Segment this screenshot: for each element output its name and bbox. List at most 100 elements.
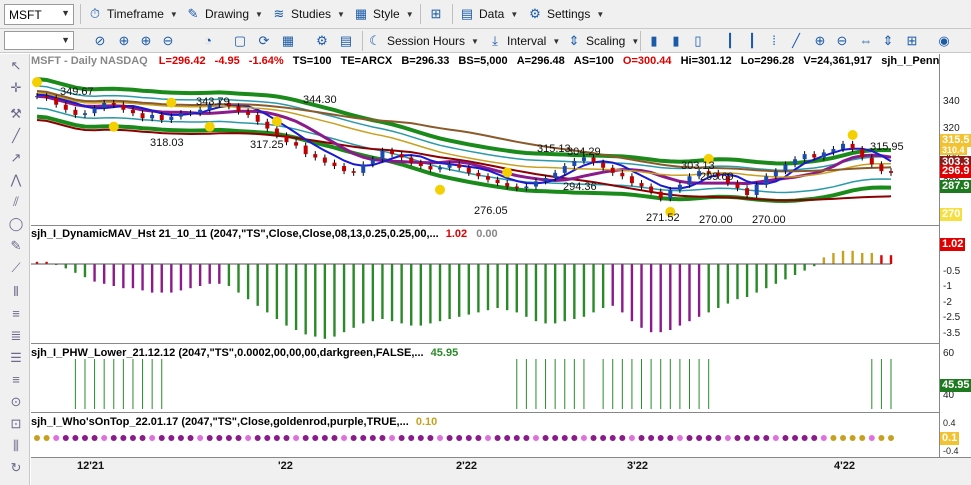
wot-dot (408, 435, 415, 441)
zoom-icon[interactable]: ⊖ (160, 33, 176, 49)
histogram-bar (371, 264, 375, 322)
gear-icon[interactable]: ⚙ (314, 33, 330, 49)
drawing-button[interactable]: ✎ Drawing ▼ (186, 3, 263, 25)
interval-button[interactable]: ⤓ Interval ▼ (488, 30, 560, 52)
horizontal-lines-icon[interactable]: ≡ (8, 306, 24, 322)
time-axis[interactable] (31, 457, 971, 485)
price-chart[interactable] (31, 54, 939, 457)
table-icon[interactable]: ▤ (338, 33, 354, 49)
link-icon[interactable]: ⊘ (92, 33, 108, 49)
crosshair-icon[interactable]: ⊕ (116, 33, 132, 49)
fit-icon[interactable]: ⇕ (880, 33, 896, 49)
wot-dot (360, 435, 367, 441)
cursor-icon[interactable]: ⊕ (138, 33, 154, 49)
chevron-down-icon: ▼ (255, 9, 263, 19)
price-bar (130, 109, 135, 114)
ruler-icon[interactable]: ⊡ (8, 416, 24, 432)
chevron-down-icon[interactable]: ▼ (61, 8, 70, 18)
study-value: 45.95 (430, 347, 459, 359)
secondary-symbol-input[interactable]: ▼ (4, 31, 74, 50)
line-chart-icon[interactable]: ╱ (788, 33, 804, 49)
wot-dot (552, 435, 559, 441)
wot-dot (523, 435, 530, 441)
histogram-bar (707, 264, 710, 313)
hollow-candle-icon[interactable]: ▯ (690, 33, 706, 49)
fan-icon[interactable]: ⟋ (8, 260, 24, 276)
grid-icon[interactable]: ▦ (280, 33, 296, 49)
wot-dot (859, 435, 866, 441)
pencil-icon[interactable]: ✎ (8, 238, 24, 254)
pointer-icon[interactable]: ↖ (8, 58, 24, 74)
camera-icon[interactable]: ◉ (936, 33, 952, 49)
trendline-icon[interactable]: ╱ (8, 128, 24, 144)
style-button[interactable]: ▦ Style ▼ (354, 3, 414, 25)
workspace-icon[interactable]: ⊞ (428, 6, 444, 22)
wot-dot (667, 435, 674, 441)
zoom-out-icon[interactable]: ⊖ (834, 33, 850, 49)
pivot-dot (847, 130, 858, 140)
clock-icon[interactable]: ◔ (200, 33, 216, 49)
chevron-down-icon[interactable]: ▼ (61, 35, 70, 45)
histogram-bar (505, 264, 509, 311)
levels-icon[interactable]: ☰ (8, 350, 24, 366)
price-bar (313, 154, 318, 158)
zoom-in-icon[interactable]: ⊕ (812, 33, 828, 49)
dot-chart-icon[interactable]: ⁞ (766, 33, 782, 49)
histogram-bar (880, 255, 883, 264)
histogram-bar (131, 264, 135, 289)
candle-icon[interactable]: ▮ (668, 33, 684, 49)
wot-dot (744, 435, 751, 441)
price-bar (553, 172, 558, 178)
refresh-icon[interactable]: ⟳ (256, 33, 272, 49)
study-title: sjh_I_PHW_Lower_21.12.12 (2047,"TS",0.00… (31, 347, 424, 359)
text-lines-icon[interactable]: ≡ (8, 372, 24, 388)
shapes-icon[interactable]: ⊙ (8, 394, 24, 410)
bars-icon[interactable]: ⫼ (8, 438, 24, 454)
histogram-bar (870, 253, 874, 264)
scroll-icon[interactable]: ⇔ (858, 33, 874, 49)
histogram-bar (649, 264, 653, 333)
channel-icon[interactable]: ⫽ (8, 194, 24, 210)
polyline-icon[interactable]: ⋀ (8, 172, 24, 188)
window-icon[interactable]: ▢ (232, 33, 248, 49)
wrench-icon[interactable]: ⚒ (8, 106, 24, 122)
time-label: '22 (278, 460, 293, 472)
price-bar (390, 150, 395, 155)
histogram-bar (841, 250, 845, 264)
timeframe-button[interactable]: ⏱ Timeframe ▼ (88, 3, 178, 25)
circle-icon[interactable]: ◯ (8, 216, 24, 232)
crosshair-icon[interactable]: ✛ (8, 80, 24, 96)
price-bar (399, 154, 404, 158)
price-bar (169, 116, 174, 121)
study-tag: 45.95 (940, 379, 971, 392)
histogram-bar (755, 264, 758, 293)
dynamic-mav-pane (31, 250, 893, 339)
separator (420, 4, 421, 24)
data-icon: ▤ (460, 6, 474, 21)
settings-button[interactable]: ⚙ Settings ▼ (528, 3, 604, 25)
wot-dot (120, 435, 127, 441)
fib-icon[interactable]: ≣ (8, 328, 24, 344)
symbol-input[interactable]: MSFT ▼ (4, 4, 74, 25)
wot-dot (878, 435, 885, 441)
wot-dot (571, 435, 578, 441)
hlc-icon[interactable]: ┃ (744, 33, 760, 49)
arrow-icon[interactable]: ↗ (8, 150, 24, 166)
add-chart-icon[interactable]: ⊞ (904, 33, 920, 49)
wot-dot (484, 435, 491, 441)
price-bar (754, 184, 759, 196)
data-button[interactable]: ▤ Data ▼ (460, 3, 518, 25)
anchor-icon[interactable]: ↻ (8, 460, 24, 476)
wot-dot (197, 435, 204, 441)
histogram-bar (266, 264, 269, 313)
scaling-button[interactable]: ⇕ Scaling ▼ (567, 30, 640, 52)
histogram-bar (889, 255, 893, 264)
price-bar (198, 109, 203, 114)
vertical-lines-icon[interactable]: ⦀ (8, 284, 24, 300)
session-hours-button[interactable]: ☾ Session Hours ▼ (368, 30, 479, 52)
studies-button[interactable]: ≋ Studies ▼ (272, 3, 345, 25)
session-icon: ☾ (369, 33, 381, 48)
price-tag: 310.4 (940, 145, 967, 155)
bar-chart-icon[interactable]: ▮ (646, 33, 662, 49)
ohlc-icon[interactable]: ┃ (722, 33, 738, 49)
